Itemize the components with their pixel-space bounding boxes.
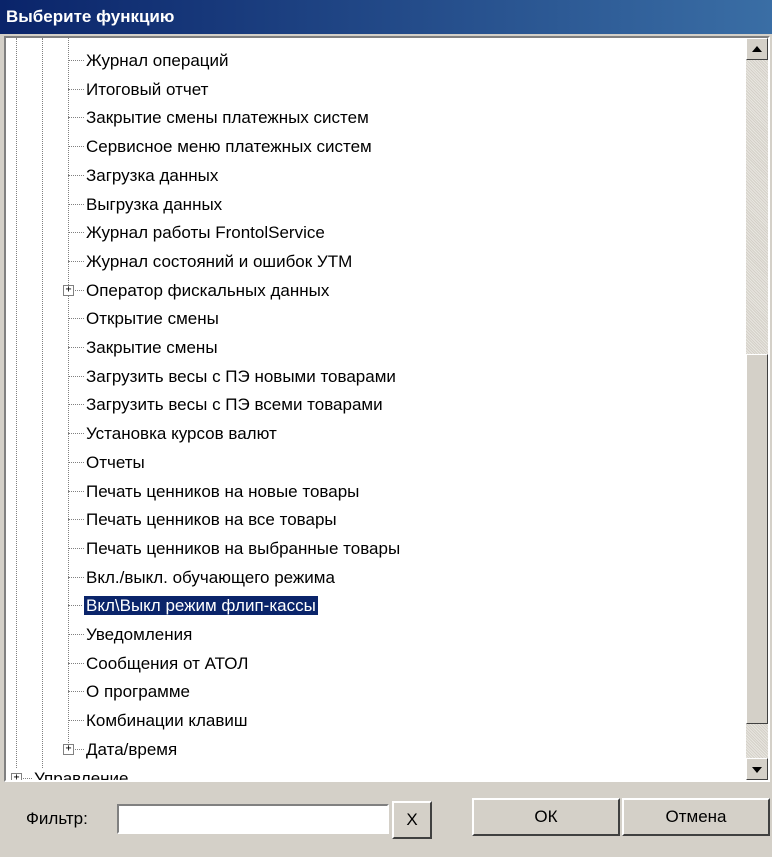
function-tree[interactable]: Журнал операций Итоговый отчет Закрытие см… xyxy=(4,36,770,782)
tree-connector xyxy=(68,260,84,262)
tree-item-label: Печать ценников на выбранные товары xyxy=(86,538,401,558)
scroll-thumb[interactable] xyxy=(746,354,768,724)
tree-item[interactable]: Печать ценников на выбранные товары xyxy=(84,534,402,563)
tree-connector xyxy=(68,720,84,722)
tree-item-label: Журнал состояний и ошибок УТМ xyxy=(86,251,353,271)
tree-connector xyxy=(68,117,84,119)
tree-item[interactable]: Закрытие смены платежных систем xyxy=(84,103,371,132)
tree-connector xyxy=(68,433,84,435)
tree-connector xyxy=(68,203,84,205)
tree-connector xyxy=(68,461,84,463)
tree-connector xyxy=(68,146,84,148)
tree-connector xyxy=(68,60,84,61)
tree-item[interactable]: Загрузить весы с ПЭ новыми товарами xyxy=(84,362,398,391)
tree-guide-line xyxy=(42,38,43,768)
tree-item-label: Закрытие смены платежных систем xyxy=(86,108,369,128)
tree-viewport[interactable]: Журнал операций Итоговый отчет Закрытие см… xyxy=(6,38,746,780)
tree-item[interactable]: Уведомления xyxy=(84,620,194,649)
tree-guide-line xyxy=(16,38,17,768)
tree-item[interactable]: Итоговый отчет xyxy=(84,75,210,104)
clear-filter-button[interactable]: X xyxy=(392,801,432,839)
tree-item[interactable]: Журнал операций xyxy=(84,46,231,75)
tree-item[interactable]: Установка курсов валют xyxy=(84,419,279,448)
tree-item-label: Загрузить весы с ПЭ всеми товарами xyxy=(86,395,383,415)
ok-button[interactable]: ОК xyxy=(472,798,620,836)
tree-item[interactable]: Сервисное меню платежных систем xyxy=(84,132,374,161)
tree-item-label: Сообщения от АТОЛ xyxy=(86,653,249,673)
tree-connector xyxy=(68,519,84,521)
expand-plus-icon[interactable]: + xyxy=(63,284,74,296)
tree-guide-line xyxy=(68,38,69,749)
tree-item[interactable]: Загрузить весы с ПЭ всеми товарами xyxy=(84,390,385,419)
tree-item[interactable]: Управление xyxy=(32,764,131,781)
tree-item-label: Загрузить весы с ПЭ новыми товарами xyxy=(86,366,396,386)
tree-connector xyxy=(68,232,84,234)
expand-plus-icon[interactable]: + xyxy=(63,743,74,755)
tree-item[interactable]: Журнал состояний и ошибок УТМ xyxy=(84,247,354,276)
tree-item-label: Вкл./выкл. обучающего режима xyxy=(86,567,335,587)
tree-item[interactable]: Журнал работы FrontolService xyxy=(84,218,327,247)
cancel-button[interactable]: Отмена xyxy=(622,798,770,836)
tree-connector xyxy=(68,88,84,90)
tree-item-label: Установка курсов валют xyxy=(86,424,277,444)
tree-item-label: Оператор фискальных данных xyxy=(86,280,330,300)
tree-item-label: Сервисное меню платежных систем xyxy=(86,137,372,157)
filter-label: Фильтр: xyxy=(26,809,88,828)
tree-item[interactable]: О программе xyxy=(84,677,192,706)
tree-item[interactable]: Загрузка данных xyxy=(84,161,220,190)
tree-item[interactable]: Отчеты xyxy=(84,448,147,477)
tree-item-label: Дата/время xyxy=(86,739,178,759)
tree-item-label: Открытие смены xyxy=(86,309,219,329)
window-title: Выберите функцию xyxy=(0,0,772,34)
tree-item[interactable]: Закрытие смены xyxy=(84,333,220,362)
tree-connector xyxy=(68,318,84,320)
tree-connector xyxy=(68,662,84,664)
tree-item[interactable]: Печать ценников на новые товары xyxy=(84,477,361,506)
tree-item-label: Комбинации клавиш xyxy=(86,711,248,731)
vertical-scrollbar[interactable] xyxy=(746,38,768,780)
tree-item[interactable]: Выгрузка данных xyxy=(84,190,224,219)
tree-connector xyxy=(68,375,84,377)
filter-input[interactable] xyxy=(117,804,389,834)
tree-connector xyxy=(68,404,84,406)
tree-item-label: Выгрузка данных xyxy=(86,194,223,214)
tree-item[interactable]: Дата/время xyxy=(84,735,179,764)
tree-connector xyxy=(68,605,84,607)
tree-item-label: Загрузка данных xyxy=(86,165,219,185)
tree-item[interactable]: Открытие смены xyxy=(84,304,221,333)
tree-item-label: Печать ценников на новые товары xyxy=(86,481,360,501)
tree-item[interactable]: Комбинации клавиш xyxy=(84,706,250,735)
tree-connector xyxy=(68,347,84,348)
expand-plus-icon[interactable]: + xyxy=(11,772,22,780)
tree-connector xyxy=(68,576,84,578)
tree-item-label: Уведомления xyxy=(86,625,193,644)
tree-item-label: Итоговый отчет xyxy=(86,79,209,99)
scroll-down-arrow-icon[interactable] xyxy=(746,758,768,780)
tree-connector xyxy=(68,691,84,693)
tree-item-label: Закрытие смены xyxy=(86,338,218,357)
tree-item-label: Вкл\Выкл режим флип-кассы xyxy=(83,595,319,617)
scroll-up-arrow-icon[interactable] xyxy=(746,38,768,60)
tree-item[interactable]: Сообщения от АТОЛ xyxy=(84,649,250,678)
tree-item[interactable]: Вкл\Выкл режим флип-кассы xyxy=(83,591,319,620)
tree-connector xyxy=(68,634,84,635)
bottom-bar: Фильтр: X ОК Отмена xyxy=(0,786,772,857)
tree-item[interactable]: Печать ценников на все товары xyxy=(84,505,339,534)
tree-item-label: Журнал работы FrontolService xyxy=(86,223,325,243)
tree-item-label: Управление xyxy=(34,768,129,781)
tree-item-label: О программе xyxy=(86,682,191,702)
tree-item-label: Журнал операций xyxy=(86,51,229,70)
tree-connector xyxy=(68,547,84,549)
tree-connector xyxy=(68,490,84,492)
tree-item[interactable]: Вкл./выкл. обучающего режима xyxy=(84,563,337,592)
tree-connector xyxy=(68,174,84,176)
tree-item-label: Отчеты xyxy=(86,452,145,472)
tree-item[interactable]: Оператор фискальных данных xyxy=(84,276,331,305)
tree-item-label: Печать ценников на все товары xyxy=(86,510,337,530)
